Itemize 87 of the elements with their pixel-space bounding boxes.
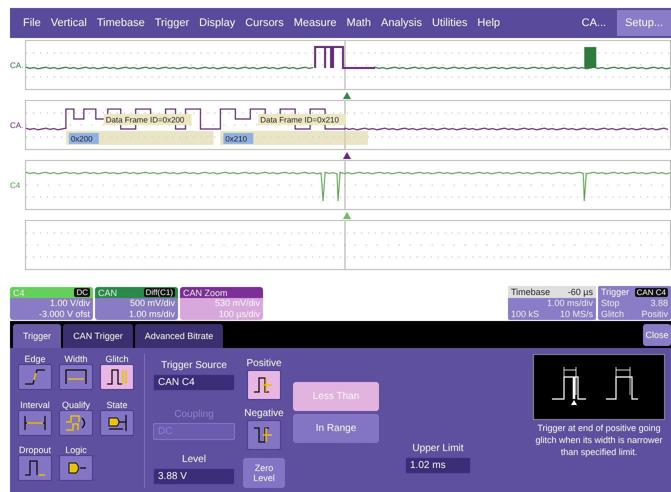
- descriptor-value: 100 µs/div: [218, 309, 261, 320]
- timebase-rate: 10 MS/s: [560, 309, 593, 320]
- trigger-type-label: Dropout: [18, 445, 52, 456]
- channel-shortcut[interactable]: CA...: [576, 17, 612, 29]
- signal-burst: [584, 47, 596, 68]
- trigger-type-button[interactable]: [18, 410, 52, 436]
- decode-id: 0x200: [68, 132, 99, 144]
- menu-item[interactable]: Timebase: [92, 17, 150, 29]
- trigger-slope: Positiv: [641, 309, 668, 320]
- descriptor-value: 1.00 ms/div: [128, 309, 176, 320]
- slope-label: Positive: [246, 358, 282, 369]
- level-field[interactable]: 3.88 V: [153, 468, 235, 485]
- descriptor-title: CAN Zoom: [183, 288, 228, 298]
- trigger-type-label: Glitch: [105, 354, 128, 364]
- trigger-descriptor[interactable]: Trigger CAN C4 Stop 3.88 Glitch Positiv: [598, 286, 671, 320]
- edge-trigger-icon: [23, 367, 47, 387]
- trigger-type-button[interactable]: [100, 364, 134, 390]
- descriptor-value: 1.00 V/div: [48, 298, 91, 309]
- descriptor-value: -3.000 V ofst: [38, 309, 91, 320]
- menu-item[interactable]: Cursors: [240, 17, 289, 29]
- timebase-delay: -60 µs: [568, 287, 593, 297]
- trigger-type-label: Edge: [24, 354, 46, 364]
- menu-item[interactable]: Math: [342, 17, 376, 29]
- trigger-type-label: Width: [64, 354, 88, 364]
- upper-limit-field[interactable]: 1.02 ms: [405, 457, 471, 474]
- dropout-trigger-icon: [23, 458, 47, 478]
- trigger-title: Trigger: [601, 287, 630, 297]
- trigger-type-label: Interval: [20, 400, 50, 410]
- menu-item[interactable]: Vertical: [46, 17, 92, 29]
- menu-item[interactable]: Display: [194, 17, 240, 29]
- trigger-type-button[interactable]: [59, 455, 93, 482]
- timebase-scale: 1.00 ms/div: [546, 298, 593, 309]
- descriptor-badge: Diff(C1): [144, 288, 175, 297]
- zero-level-button[interactable]: Zero Level: [243, 458, 285, 488]
- menu-item[interactable]: File: [18, 17, 46, 29]
- descriptor-badge: DC: [74, 288, 90, 297]
- descriptor-title: C4: [13, 288, 25, 298]
- menu-item[interactable]: Trigger: [150, 17, 194, 29]
- decode-id: 0x210: [223, 132, 254, 144]
- dialog-tab[interactable]: CAN Trigger: [63, 324, 133, 348]
- menu-item[interactable]: Help: [472, 17, 506, 29]
- descriptor-title: CAN: [98, 288, 118, 298]
- channel-label: C4: [10, 180, 20, 190]
- trigger-description: Trigger at end of positive going glitch when its width is narrower than specified limit.: [534, 422, 664, 458]
- trigger-type: Glitch: [601, 309, 624, 320]
- timebase-samples: 100 kS: [511, 309, 540, 320]
- trigger-type-button[interactable]: [100, 410, 134, 436]
- menu-item[interactable]: Measure: [288, 17, 342, 29]
- qualify-trigger-icon: [64, 412, 88, 433]
- menu-item[interactable]: Utilities: [426, 17, 472, 29]
- field-label: Trigger Source: [161, 360, 227, 371]
- trigger-type-button[interactable]: [18, 364, 52, 390]
- descriptor-value: 500 mV/div: [128, 298, 176, 309]
- channel-descriptor[interactable]: C4 DC 1.00 V/div -3.000 V ofst: [10, 287, 93, 320]
- trigger-type-label: State: [106, 400, 128, 410]
- channel-descriptor[interactable]: CAN Diff(C1) 500 mV/div 1.00 ms/div: [95, 287, 178, 320]
- trigger-type-label: Logic: [65, 445, 87, 456]
- decode-frame-title: Data Frame ID=0x200: [104, 114, 192, 125]
- field-label: Level: [182, 454, 206, 465]
- trigger-source-badge: CAN C4: [634, 288, 668, 296]
- channel-label: CA.: [10, 60, 24, 70]
- trigger-type-button[interactable]: [18, 455, 52, 482]
- timebase-title: Timebase: [511, 287, 550, 297]
- slope-button[interactable]: [246, 370, 281, 400]
- setup-button[interactable]: Setup...: [617, 10, 671, 36]
- trigger-type-label: Qualify: [62, 400, 90, 410]
- trigger-mode: Stop: [601, 298, 620, 309]
- field-label: Upper Limit: [412, 443, 464, 454]
- menu-item[interactable]: Analysis: [376, 17, 427, 29]
- channel-descriptor[interactable]: CAN Zoom 530 mV/div 100 µs/div: [180, 287, 263, 320]
- trigger-source-field[interactable]: CAN C4: [153, 374, 235, 391]
- trigger-type-button[interactable]: [59, 410, 93, 436]
- dialog-tab[interactable]: Advanced Bitrate: [134, 324, 224, 348]
- descriptor-value: 530 mV/div: [214, 298, 261, 309]
- timebase-descriptor[interactable]: Timebase -60 µs 1.00 ms/div 100 kS 10 MS/s: [508, 286, 596, 320]
- glitch-trigger-icon: [105, 367, 129, 387]
- slope-label: Negative: [244, 408, 284, 419]
- slope-button[interactable]: [247, 420, 281, 450]
- channel-label: CA.: [10, 120, 24, 130]
- trigger-level: 3.88: [650, 298, 668, 309]
- condition-button[interactable]: In Range: [293, 414, 379, 443]
- trigger-type-button[interactable]: [59, 364, 93, 390]
- decode-frame-title: Data Frame ID=0x210: [258, 114, 346, 125]
- signal-burst: [314, 46, 376, 69]
- width-trigger-icon: [64, 367, 88, 387]
- close-button[interactable]: Close: [643, 324, 671, 346]
- dialog-tab[interactable]: Trigger: [13, 324, 62, 348]
